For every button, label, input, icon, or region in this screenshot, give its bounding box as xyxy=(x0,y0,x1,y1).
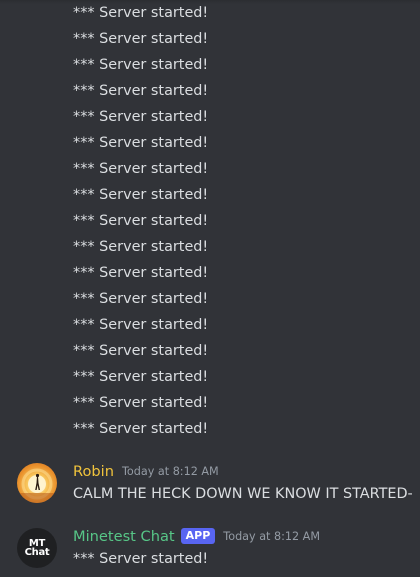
continuation-message-line: *** Server started! xyxy=(73,395,209,411)
continuation-message-line: *** Server started! xyxy=(73,187,209,203)
message-text: *** Server started! xyxy=(73,551,209,567)
scroll-edge-divider xyxy=(0,0,420,4)
continuation-message-line: *** Server started! xyxy=(73,31,209,47)
message-timestamp[interactable]: Today at 8:12 AM xyxy=(122,465,219,478)
continuation-message-line: *** Server started! xyxy=(73,343,209,359)
continuation-message-line: *** Server started! xyxy=(73,57,209,73)
silhouette-sunset-avatar-icon xyxy=(17,468,57,503)
continuation-message-line: *** Server started! xyxy=(73,239,209,255)
continuation-message-line: *** Server started! xyxy=(73,265,209,281)
user-avatar-robin[interactable] xyxy=(17,463,57,503)
continuation-message-line: *** Server started! xyxy=(73,291,209,307)
continuation-message-line: *** Server started! xyxy=(73,109,209,125)
continuation-message-line: *** Server started! xyxy=(73,213,209,229)
message-header: Robin Today at 8:12 AM xyxy=(73,460,219,482)
chat-message-list[interactable]: *** Server started! *** Server started! **… xyxy=(0,0,420,577)
message-minetest-chat: MT Chat Minetest Chat APP Today at 8:12 A… xyxy=(0,527,420,571)
continuation-message-line: *** Server started! xyxy=(73,421,209,437)
message-timestamp[interactable]: Today at 8:12 AM xyxy=(223,530,320,543)
app-badge: APP xyxy=(180,528,216,544)
continuation-message-line: *** Server started! xyxy=(73,83,209,99)
continuation-message-line: *** Server started! xyxy=(73,369,209,385)
message-robin: Robin Today at 8:12 AM CALM THE HECK DOW… xyxy=(0,462,420,506)
continuation-message-line: *** Server started! xyxy=(73,135,209,151)
continuation-message-line: *** Server started! xyxy=(73,161,209,177)
user-avatar-minetest-chat[interactable]: MT Chat xyxy=(17,528,57,568)
message-header: Minetest Chat APP Today at 8:12 AM xyxy=(73,525,320,547)
minetest-chat-logo: MT Chat xyxy=(24,538,50,558)
continuation-message-line: *** Server started! xyxy=(73,5,209,21)
username-robin[interactable]: Robin xyxy=(73,463,114,480)
continuation-message-line: *** Server started! xyxy=(73,317,209,333)
message-text: CALM THE HECK DOWN WE KNOW IT STARTED- xyxy=(73,486,413,502)
username-minetest-chat[interactable]: Minetest Chat xyxy=(73,528,175,545)
